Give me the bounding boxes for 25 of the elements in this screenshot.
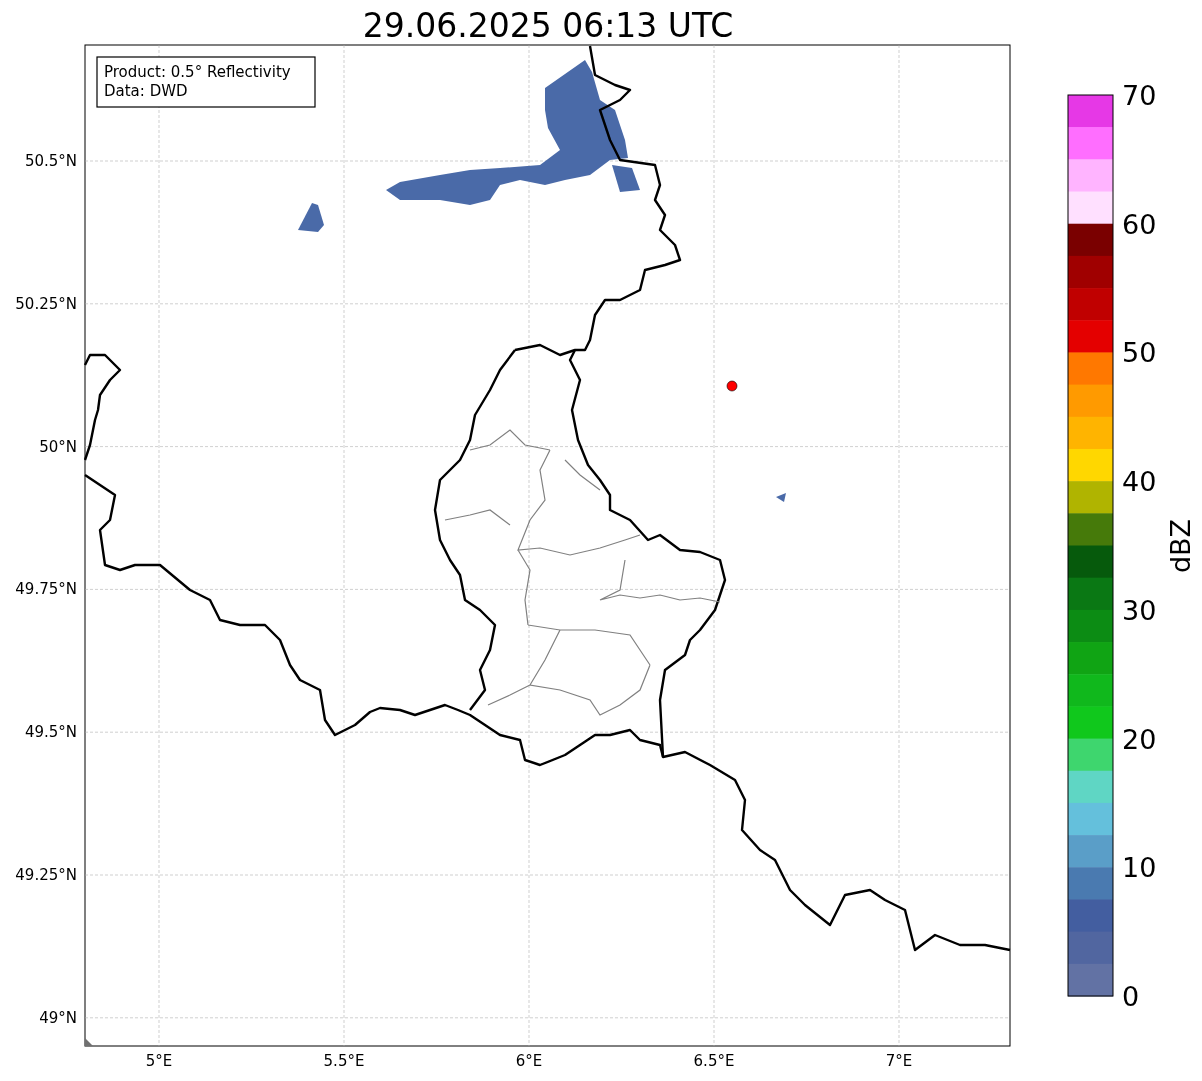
colorbar-tick-label: 60 xyxy=(1122,208,1157,240)
axis-tick-label: 50°N xyxy=(39,437,77,456)
colorbar-tick-label: 40 xyxy=(1122,466,1157,498)
legend-text: Data: DWD xyxy=(104,82,188,100)
axis-tick-label: 5.5°E xyxy=(323,1052,365,1070)
corner-shape xyxy=(85,1038,93,1046)
axis-tick-label: 49°N xyxy=(39,1008,77,1027)
axis-tick-label: 6.5°E xyxy=(693,1052,735,1070)
colorbar-tick-label: 70 xyxy=(1122,80,1157,111)
colorbar-tick-label: 20 xyxy=(1122,723,1157,755)
colorbar-label: dBZ xyxy=(1165,518,1196,574)
figure-title: 29.06.2025 06:13 UTC xyxy=(362,6,734,45)
colorbar-tick-label: 0 xyxy=(1122,981,1140,1012)
axis-tick-label: 49.5°N xyxy=(24,723,77,742)
colorbar-tick-label: 50 xyxy=(1122,337,1157,369)
axis-tick-label: 49.25°N xyxy=(15,866,77,884)
axis-tick-label: 7°E xyxy=(885,1052,913,1070)
colorbar-tick-label: 10 xyxy=(1122,852,1157,884)
axis-tick-label: 49.75°N xyxy=(15,580,77,599)
colorbar-tick-label: 30 xyxy=(1122,594,1157,626)
axis-tick-label: 50.5°N xyxy=(24,152,77,170)
legend-text: Product: 0.5° Reflectivity xyxy=(104,63,291,81)
axis-tick-label: 5°E xyxy=(145,1052,173,1070)
axis-tick-label: 50.25°N xyxy=(15,294,77,313)
axis-tick-label: 6°E xyxy=(515,1052,543,1070)
